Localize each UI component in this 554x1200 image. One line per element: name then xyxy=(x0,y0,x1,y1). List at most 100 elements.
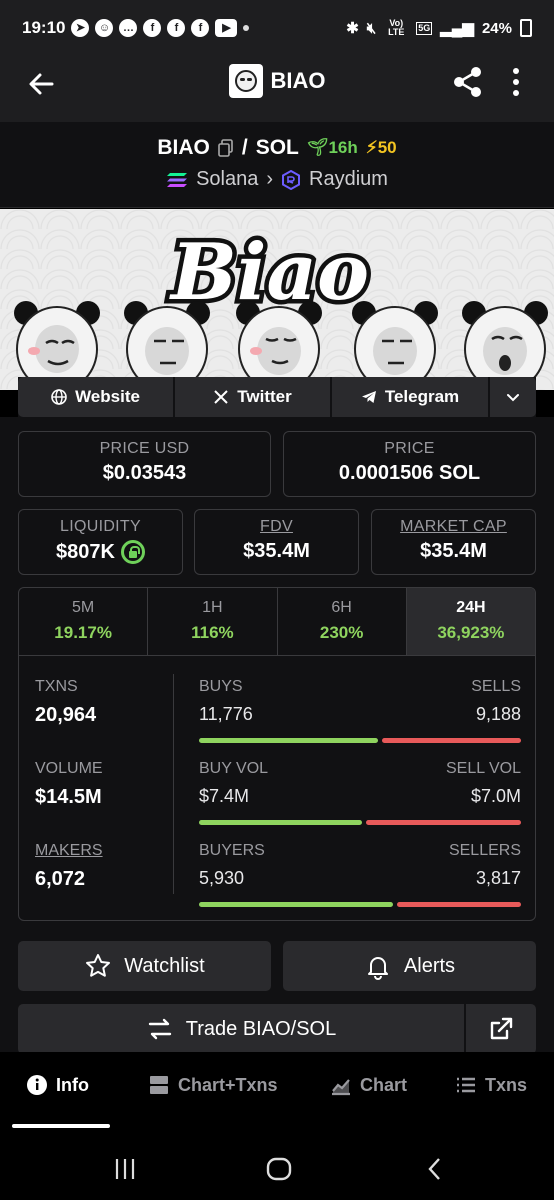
star-icon xyxy=(86,954,111,977)
price-native-value: 0.0001506 SOL xyxy=(338,462,481,484)
tab-24h[interactable]: 24H 36,923% xyxy=(406,588,535,655)
tab-1h[interactable]: 1H 116% xyxy=(148,588,278,655)
chart-icon xyxy=(332,1079,350,1096)
dex-name[interactable]: Raydium xyxy=(309,168,388,191)
buys-label: BUYS xyxy=(199,678,243,695)
tab-5m[interactable]: 5M 19.17% xyxy=(19,588,149,655)
share-icon[interactable] xyxy=(450,64,486,100)
sellers-label: SELLERS xyxy=(448,842,521,859)
twitter-label: Twitter xyxy=(237,387,292,406)
volume-label: VOLUME xyxy=(35,760,103,777)
app-bar: BIAO xyxy=(0,56,554,122)
buyers-ratio-bar xyxy=(199,902,393,907)
liquidity-value-row: $807K xyxy=(19,540,182,564)
buys-ratio-bar xyxy=(199,738,378,743)
snapchat-notification-icon: ☺ xyxy=(95,19,114,37)
website-link-button[interactable]: Website xyxy=(18,377,173,417)
chevron-down-icon xyxy=(507,394,519,402)
sellers-value: 3,817 xyxy=(475,868,521,888)
makers-value: 6,072 xyxy=(35,868,86,890)
liquidity-value: $807K xyxy=(56,540,115,563)
sells-value: 9,188 xyxy=(475,704,521,724)
liquidity-card: LIQUIDITY $807K xyxy=(18,509,183,575)
chart-txns-icon xyxy=(150,1076,168,1094)
chevron-right-icon: › xyxy=(266,168,274,190)
list-icon xyxy=(457,1077,475,1093)
bluetooth-icon: ✱ xyxy=(346,20,359,37)
open-external-trade-button[interactable] xyxy=(466,1004,536,1054)
social-links-row: Website Twitter Telegram xyxy=(18,377,536,417)
alerts-button[interactable]: Alerts xyxy=(283,941,536,991)
sells-label: SELLS xyxy=(471,678,521,695)
price-native-label: PRICE xyxy=(384,440,435,457)
liquidity-label: LIQUIDITY xyxy=(60,518,141,535)
swap-arrows-icon xyxy=(148,1018,171,1040)
more-notifications-dot xyxy=(243,25,250,31)
sellers-ratio-bar xyxy=(397,902,521,907)
trade-label: Trade BIAO/SOL xyxy=(185,1017,337,1040)
price-change: 230% xyxy=(319,623,364,642)
system-navigation-bar xyxy=(0,1140,554,1200)
timeframe-tabs: 5M 19.17% 1H 116% 6H 230% 24H 36,923% xyxy=(19,588,535,656)
buyers-value: 5,930 xyxy=(199,868,245,888)
pair-quote-symbol: SOL xyxy=(255,136,299,159)
website-label: Website xyxy=(75,387,140,406)
pair-age-text: 16h xyxy=(328,138,358,157)
youtube-notification-icon: ▶ xyxy=(215,19,238,37)
bell-icon xyxy=(367,957,388,980)
market-cap-value: $35.4M xyxy=(420,540,487,562)
facebook-notification-icon: f xyxy=(167,19,186,37)
app-title-text: BIAO xyxy=(270,68,326,93)
seedling-icon: 🌱︎ xyxy=(306,138,329,157)
copy-icon[interactable] xyxy=(218,139,234,157)
fdv-label[interactable]: FDV xyxy=(195,518,358,536)
more-links-dropdown[interactable] xyxy=(490,377,536,417)
boost-badge[interactable]: ⚡︎50 xyxy=(366,138,397,158)
nav-label: Info xyxy=(56,1074,89,1095)
makers-label[interactable]: MAKERS xyxy=(35,842,103,860)
chain-name[interactable]: Solana xyxy=(196,168,258,191)
telegram-notification-icon: ➤ xyxy=(71,19,90,37)
watchlist-label: Watchlist xyxy=(124,954,205,977)
tab-label: 5M xyxy=(72,599,95,616)
buy-vol-label: BUY VOL xyxy=(199,760,269,777)
token-banner-image: Biao xyxy=(0,209,554,390)
nav-label: Chart+Txns xyxy=(178,1074,278,1095)
tab-label: 6H xyxy=(331,599,352,616)
token-logo xyxy=(228,64,263,98)
volume-value: $14.5M xyxy=(35,786,102,808)
liquidity-locked-icon[interactable] xyxy=(120,540,145,564)
battery-percent: 24% xyxy=(481,19,512,37)
watchlist-button[interactable]: Watchlist xyxy=(18,941,271,991)
tab-6h[interactable]: 6H 230% xyxy=(278,588,407,655)
market-cap-label[interactable]: MARKET CAP xyxy=(372,518,535,536)
recent-apps-icon[interactable] xyxy=(110,1154,140,1184)
twitter-link-button[interactable]: Twitter xyxy=(175,377,330,417)
pair-header: BIAO / SOL 🌱︎16h ⚡︎50 Solana › Raydium xyxy=(0,122,554,208)
nav-chart[interactable]: Chart xyxy=(330,1074,407,1096)
system-back-icon[interactable] xyxy=(420,1154,450,1184)
facebook-notification-icon: f xyxy=(143,19,162,37)
x-twitter-icon xyxy=(214,390,228,404)
trade-button[interactable]: Trade BIAO/SOL xyxy=(18,1004,464,1054)
nav-label: Txns xyxy=(485,1074,528,1095)
globe-icon xyxy=(51,389,67,405)
external-link-icon xyxy=(490,1017,513,1040)
nav-info[interactable]: Info xyxy=(26,1074,89,1096)
trade-stats: TXNS 20,964 BUYS 11,776 SELLS 9,188 VOLU… xyxy=(19,656,535,920)
sell-vol-label: SELL VOL xyxy=(445,760,521,777)
telegram-icon xyxy=(361,391,376,403)
fdv-card: FDV $35.4M xyxy=(194,509,359,575)
nav-txns[interactable]: Txns xyxy=(455,1074,527,1096)
mute-icon: 🔇︎ xyxy=(366,19,377,37)
telegram-label: Telegram xyxy=(384,387,460,406)
more-options-icon[interactable] xyxy=(506,64,526,100)
sell-vol-ratio-bar xyxy=(366,820,521,825)
telegram-link-button[interactable]: Telegram xyxy=(332,377,488,417)
nav-chart-txns[interactable]: Chart+Txns xyxy=(148,1074,278,1096)
solana-logo-icon xyxy=(167,172,188,187)
buy-vol-ratio-bar xyxy=(199,820,362,825)
price-usd-label: PRICE USD xyxy=(99,440,190,457)
home-icon[interactable] xyxy=(264,1154,294,1184)
pair-separator: / xyxy=(241,136,248,159)
